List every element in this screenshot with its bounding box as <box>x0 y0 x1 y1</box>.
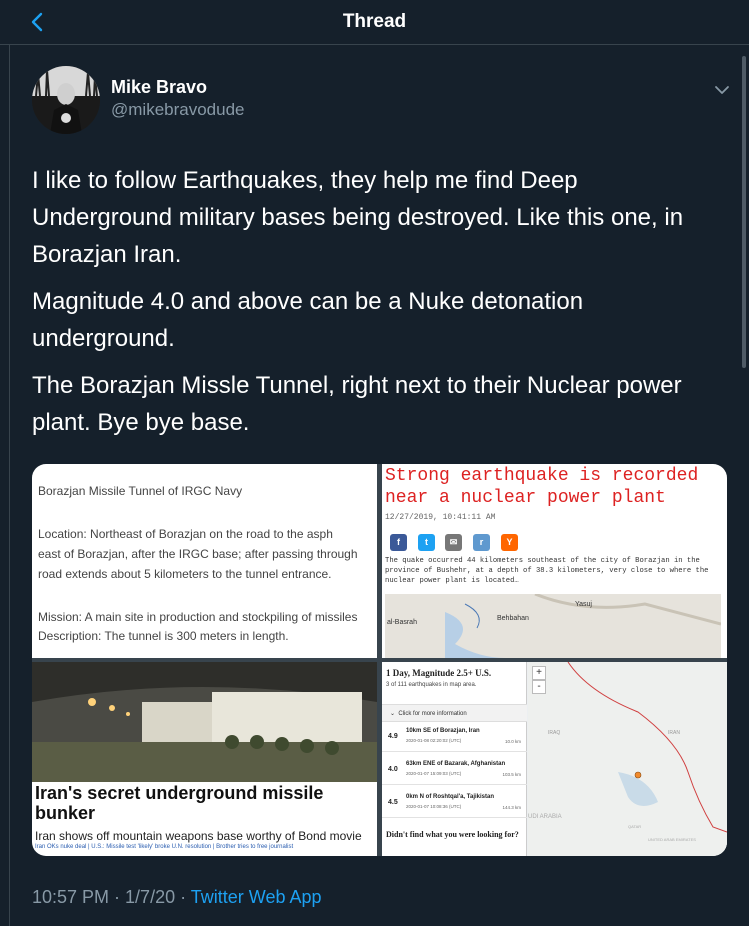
image-related-links: Iran OKs nuke deal | U.S.: Missile test … <box>35 844 294 850</box>
tweet-text: I like to follow Earthquakes, they help … <box>32 162 722 451</box>
tweet-metadata: 10:57 PM · 1/7/20 · Twitter Web App <box>32 887 322 908</box>
quake-magnitude: 4.5 <box>388 799 398 806</box>
quake-time: 2020-01-07 15:09:03 (UTC) <box>406 771 462 776</box>
media-image-3[interactable]: Iran's secret underground missile bunker… <box>32 662 377 856</box>
map-label: Behbahan <box>497 615 529 622</box>
tweet-paragraph: Magnitude 4.0 and above can be a Nuke de… <box>32 288 584 352</box>
quake-magnitude: 4.9 <box>388 733 398 740</box>
map-label: UDI ARABIA <box>528 814 562 820</box>
earthquake-list-panel: 1 Day, Magnitude 2.5+ U.S. 3 of 111 eart… <box>382 662 527 856</box>
list-item: 4.5 0km N of Roshtqal'a, Tajikistan 2020… <box>382 788 527 818</box>
list-item: 4.9 10km SE of Borazjan, Iran 2020-01-08… <box>382 722 527 752</box>
map-label: QATAR <box>628 824 641 829</box>
zoom-out-button[interactable]: - <box>532 680 546 694</box>
reddit-icon: r <box>473 534 490 551</box>
map-label: IRAQ <box>548 730 560 736</box>
image-subhead: Iran shows off mountain weapons base wor… <box>35 829 362 843</box>
scrollbar[interactable] <box>742 56 746 368</box>
list-item: 4.0 63km ENE of Bazarak, Afghanistan 202… <box>382 755 527 785</box>
avatar[interactable] <box>32 66 100 134</box>
zoom-in-button[interactable]: + <box>532 666 546 680</box>
avatar-image <box>32 66 100 134</box>
media-image-4[interactable]: 1 Day, Magnitude 2.5+ U.S. 3 of 111 eart… <box>382 662 727 856</box>
map-label: Yasuj <box>575 601 592 608</box>
quake-time: 2020-01-08 02:20:02 (UTC) <box>406 738 462 743</box>
map-image: al-Basrah Behbahan Yasuj <box>385 594 721 658</box>
quake-depth: 103.5 km <box>502 772 521 777</box>
map-label: UNITED ARAB EMIRATES <box>648 837 696 842</box>
panel-count: 3 of 111 earthquakes in map area. <box>386 682 477 688</box>
tweet-paragraph: I like to follow Earthquakes, they help … <box>32 167 684 268</box>
media-image-1[interactable]: Borazjan Missile Tunnel of IRGC Navy Loc… <box>32 464 377 658</box>
top-bar: Thread <box>0 0 749 45</box>
panel-title: 1 Day, Magnitude 2.5+ U.S. <box>386 668 492 678</box>
quake-location: 0km N of Roshtqal'a, Tajikistan <box>406 794 495 800</box>
column-divider <box>9 45 10 926</box>
image-text-line: east of Borazjan, after the IRGC base; a… <box>38 547 358 561</box>
email-icon: ✉ <box>445 534 462 551</box>
chevron-down-icon[interactable] <box>713 83 731 97</box>
image-date: 12/27/2019, 10:41:11 AM <box>385 513 496 522</box>
image-text-line: Mission: A main site in production and s… <box>38 610 358 624</box>
media-grid: Borazjan Missile Tunnel of IRGC Navy Loc… <box>32 464 727 856</box>
image-headline: Strong earthquake is recorded near a nuc… <box>385 466 699 508</box>
map-label: IRAN <box>668 730 680 736</box>
tweet-source-link[interactable]: Twitter Web App <box>191 887 322 907</box>
image-text-line: Location: Northeast of Borazjan on the r… <box>38 527 333 541</box>
bunker-photo <box>32 662 377 782</box>
quake-location: 63km ENE of Bazarak, Afghanistan <box>406 761 506 767</box>
earthquake-map: IRAQ IRAN UDI ARABIA QATAR UNITED ARAB E… <box>528 662 727 856</box>
media-image-2[interactable]: Strong earthquake is recorded near a nuc… <box>382 464 727 658</box>
user-name[interactable]: Mike Bravo <box>111 77 207 98</box>
quake-depth: 10.0 km <box>504 739 521 744</box>
image-body: The quake occurred 44 kilometers southea… <box>385 557 709 585</box>
more-info-label: Click for more information <box>398 711 467 717</box>
page-title: Thread <box>342 11 407 32</box>
quake-depth: 144.3 km <box>502 805 521 810</box>
image-text-line: Description: The tunnel is 300 meters in… <box>38 629 289 643</box>
tweet-paragraph: The Borazjan Missle Tunnel, right next t… <box>32 372 682 436</box>
hacker-news-icon: Y <box>501 534 518 551</box>
image-headline: Iran's secret underground missile bunker <box>35 783 324 823</box>
panel-footer: Didn't find what you were looking for? <box>386 830 519 839</box>
image-text-line: road extends about 5 kilometers to the t… <box>38 567 332 581</box>
map-label: al-Basrah <box>387 619 417 626</box>
more-info-row: ⌄ Click for more information <box>382 704 527 722</box>
quake-time: 2020-01-07 10:08:36 (UTC) <box>406 804 462 809</box>
image-title: Borazjan Missile Tunnel of IRGC Navy <box>38 484 243 498</box>
user-handle[interactable]: @mikebravodude <box>111 100 245 120</box>
twitter-icon: t <box>418 534 435 551</box>
facebook-icon: f <box>390 534 407 551</box>
tweet-timestamp[interactable]: 10:57 PM · 1/7/20 · <box>32 887 191 907</box>
quake-location: 10km SE of Borazjan, Iran <box>406 728 480 734</box>
quake-magnitude: 4.0 <box>388 766 398 773</box>
